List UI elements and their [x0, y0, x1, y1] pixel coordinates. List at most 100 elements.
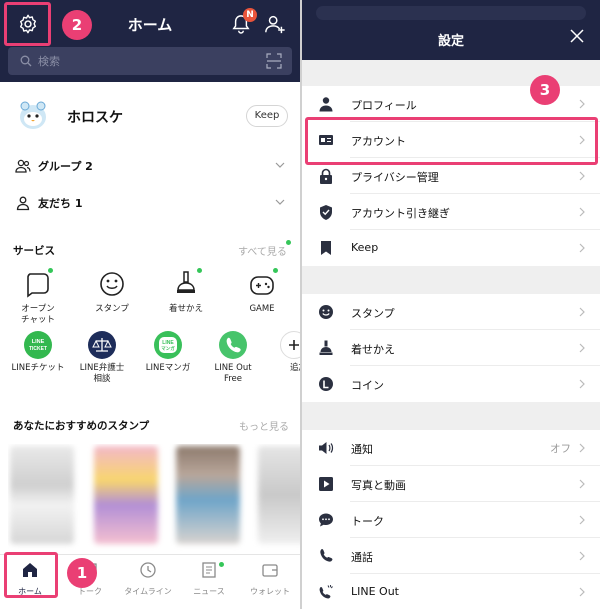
keep-button[interactable]: Keep: [246, 105, 288, 127]
svg-text:マンガ: マンガ: [161, 345, 175, 352]
qr-scan-icon[interactable]: [266, 53, 282, 69]
tab-news[interactable]: ニュース: [179, 561, 239, 597]
game-controller-icon: [250, 276, 274, 295]
highlight-box-settings: [4, 2, 51, 46]
settings-item-talk[interactable]: トーク: [302, 502, 600, 538]
groups-row[interactable]: グループ 2: [0, 148, 300, 184]
sticker-recommendations: [8, 444, 300, 552]
chevron-right-icon: [579, 307, 585, 317]
chevron-right-icon: [579, 99, 585, 109]
tab-label: タイムライン: [124, 587, 172, 596]
chevron-right-icon: [579, 443, 585, 453]
sticker-thumb[interactable]: [10, 446, 74, 544]
search-input[interactable]: 検索: [8, 47, 292, 75]
group-icon: [15, 159, 31, 173]
profile-name: ホロスケ: [67, 110, 123, 126]
settings-item-keep[interactable]: Keep: [302, 230, 600, 266]
more-link[interactable]: もっと見る: [239, 418, 289, 433]
wallet-icon: [262, 564, 278, 577]
service-label: LINEチケット: [11, 363, 65, 373]
step-badge-3: 3: [530, 75, 560, 105]
highlight-box-account: [305, 117, 598, 165]
service-label: LINE Out Free: [214, 363, 252, 384]
add-friend-icon[interactable]: [264, 13, 286, 35]
service-theme[interactable]: 着せかえ: [156, 268, 216, 315]
service-line-ticket[interactable]: LINE TICKET LINEチケット: [8, 331, 68, 374]
settings-item-notifications[interactable]: 通知 オフ: [302, 430, 600, 466]
brush-icon: [319, 340, 333, 355]
brush-icon: [177, 271, 195, 293]
my-profile-row[interactable]: ホロスケ Keep: [0, 82, 300, 152]
background-strip: [316, 6, 586, 20]
settings-item-label: コイン: [351, 379, 384, 392]
svg-text:TICKET: TICKET: [29, 346, 47, 352]
sticker-thumb[interactable]: [94, 446, 158, 544]
sticker-thumb[interactable]: [258, 446, 300, 544]
plus-icon: [289, 340, 299, 350]
close-icon[interactable]: [570, 29, 584, 43]
stickers-title: あなたにおすすめのスタンプ: [13, 420, 150, 432]
new-dot: [197, 268, 202, 273]
chevron-right-icon: [579, 207, 585, 217]
tab-label: トーク: [78, 587, 102, 596]
smiley-icon: [100, 272, 124, 296]
settings-item-stamp[interactable]: スタンプ: [302, 294, 600, 330]
smiley-icon: [319, 305, 333, 319]
person-icon: [16, 196, 30, 211]
settings-title: 設定: [437, 34, 464, 49]
service-label: オープン チャット: [21, 304, 55, 325]
settings-item-label: Keep: [351, 241, 379, 254]
see-all-link[interactable]: すべて見る: [238, 243, 287, 258]
service-open-chat[interactable]: オープン チャット: [8, 268, 68, 326]
settings-header: 設定: [302, 0, 600, 60]
step-badge-1: 1: [67, 558, 97, 588]
sticker-thumb[interactable]: [176, 446, 240, 544]
settings-item-line-out[interactable]: LINE Out: [302, 574, 600, 609]
chat-icon: [319, 513, 333, 527]
settings-item-label: 写真と動画: [351, 479, 406, 492]
step-badge-2: 2: [62, 10, 92, 40]
service-line-manga[interactable]: LINE マンガ LINEマンガ: [138, 331, 198, 374]
notification-badge: N: [243, 8, 257, 22]
search-icon: [20, 55, 32, 67]
service-label: LINE弁護士 相談: [79, 363, 125, 384]
service-game[interactable]: GAME: [232, 268, 292, 315]
chevron-right-icon: [579, 551, 585, 561]
section-gap: [302, 266, 600, 294]
service-add[interactable]: 追加: [266, 331, 300, 374]
service-line-lawyer[interactable]: LINE弁護士 相談: [72, 331, 132, 385]
clock-icon: [140, 562, 156, 578]
service-stamp[interactable]: スタンプ: [82, 268, 142, 315]
chevron-right-icon: [579, 587, 585, 597]
news-icon: [202, 562, 216, 578]
chevron-down-icon: [275, 199, 285, 205]
settings-screen: 設定 プロフィール アカウント プライバシー管理 アカウント引き継ぎ Keep: [302, 0, 600, 609]
services-title: サービス: [13, 245, 55, 257]
settings-item-photos-videos[interactable]: 写真と動画: [302, 466, 600, 502]
svg-text:LINE: LINE: [162, 340, 174, 346]
avatar: [20, 101, 46, 129]
line-ticket-icon: LINE TICKET: [29, 339, 47, 352]
tab-timeline[interactable]: タイムライン: [118, 561, 178, 597]
service-line-out-free[interactable]: LINE Out Free: [203, 331, 263, 385]
settings-item-coin[interactable]: コイン: [302, 366, 600, 402]
play-icon: [319, 477, 333, 491]
settings-item-account-transfer[interactable]: アカウント引き継ぎ: [302, 194, 600, 230]
friends-row[interactable]: 友だち 1: [0, 185, 300, 221]
service-label: スタンプ: [95, 304, 129, 314]
person-icon: [319, 97, 333, 112]
chevron-right-icon: [579, 479, 585, 489]
lock-icon: [320, 168, 332, 184]
tab-wallet[interactable]: ウォレット: [240, 561, 300, 597]
friends-label: 友だち 1: [38, 197, 83, 210]
chevron-right-icon: [579, 379, 585, 389]
chevron-right-icon: [579, 515, 585, 525]
settings-item-call[interactable]: 通話: [302, 538, 600, 574]
search-placeholder: 検索: [38, 55, 60, 68]
highlight-box-home-tab: [4, 552, 58, 598]
settings-item-label: 通知: [351, 443, 373, 456]
settings-item-theme[interactable]: 着せかえ: [302, 330, 600, 366]
settings-item-label: スタンプ: [351, 307, 395, 320]
settings-item-label: アカウント引き継ぎ: [351, 207, 450, 220]
chevron-right-icon: [579, 243, 585, 253]
